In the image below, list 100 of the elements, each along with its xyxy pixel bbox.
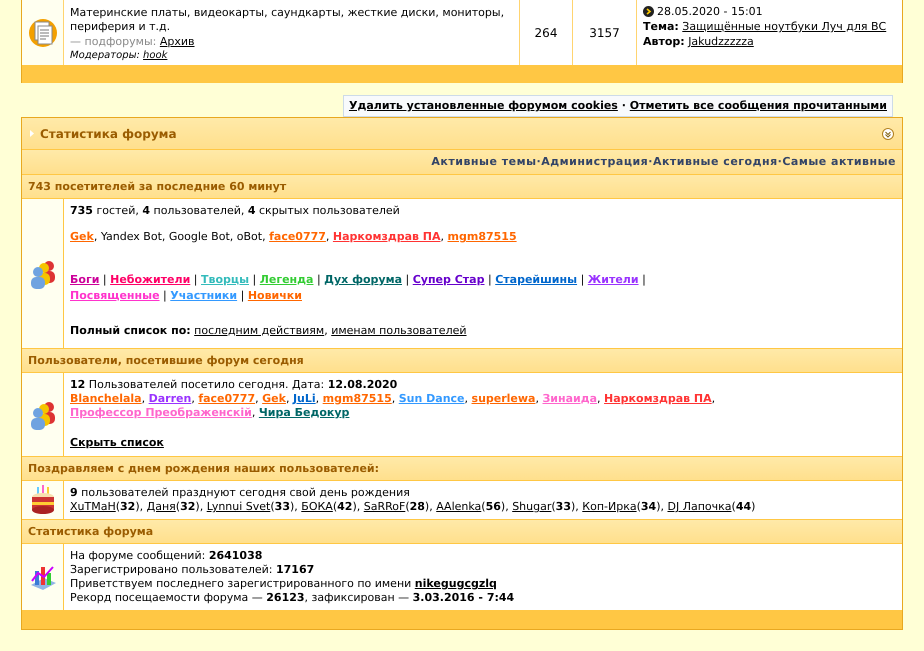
birthday-user-link[interactable]: AAlenka (436, 500, 482, 513)
separator: , (140, 500, 144, 513)
separator: , (255, 392, 260, 405)
separator: , (142, 392, 146, 405)
separator: , (230, 230, 234, 243)
separator: | (642, 273, 646, 286)
user-link[interactable]: JuLi (292, 392, 316, 405)
user-link[interactable]: Наркомздрав ПА (332, 230, 441, 243)
topic-link[interactable]: Защищённые ноутбуки Луч для ВС (682, 20, 886, 33)
separator: , (440, 230, 446, 243)
separator: , (575, 500, 580, 513)
cookie-link[interactable]: Удалить установленные форумом cookies (348, 99, 618, 112)
online-summary: 735 гостей, 4 пользователей, 4 скрытых пользователей (70, 204, 401, 218)
separator: , (316, 392, 320, 405)
separator: · (648, 155, 653, 169)
birthday-user-link[interactable]: XuTMaH (70, 500, 116, 513)
group-link[interactable]: Дух форума (324, 273, 402, 286)
birthday-user-link[interactable]: Коп-Ирка (582, 500, 637, 513)
birthday-user-link[interactable]: БОКА (301, 500, 333, 513)
birthday-user-link[interactable]: Lynnui Svet (206, 500, 270, 513)
group-link[interactable]: Старейшины (495, 273, 578, 286)
group-link[interactable]: Жители (588, 273, 639, 286)
stat-line: Приветствуем последнего зарегистрированного по имени (70, 577, 412, 590)
separator: , (252, 406, 256, 419)
separator: , (262, 230, 267, 243)
separator: , (597, 392, 602, 405)
birthday-user-link[interactable]: DJ Лапочка (667, 500, 732, 513)
topic-label: Тема: (643, 20, 679, 33)
separator: , (326, 230, 330, 243)
group-link[interactable]: Небожители (110, 273, 190, 286)
sort-link[interactable]: именам пользователей (331, 324, 467, 337)
separator: , (392, 392, 396, 405)
separator: , (505, 500, 510, 513)
separator: | (102, 273, 107, 286)
stats-nav-link[interactable]: Самые активные (782, 155, 896, 169)
hide-list-link[interactable]: Скрыть список (70, 436, 164, 450)
separator: | (163, 289, 167, 302)
stats-nav-link[interactable]: Администрация (541, 155, 648, 169)
birthday-user-link[interactable]: Shugar (512, 500, 552, 513)
stat-line: Зарегистрировано пользователей: 17167 (70, 563, 316, 577)
separator: , (324, 324, 329, 337)
last-post-date: 28.05.2020 - 15:01 (657, 4, 763, 19)
separator: | (316, 273, 321, 286)
section-header: Поздравляем с днем рождения наших пользователей: (22, 457, 902, 481)
subforum-link[interactable]: Архив (160, 35, 194, 48)
separator: , (429, 500, 434, 513)
moderator-link[interactable]: hook (143, 50, 168, 61)
separator: , (464, 392, 470, 405)
separator: , (94, 230, 98, 243)
separator: , (162, 230, 166, 243)
bot-name: oBot (236, 230, 262, 243)
separator: , (660, 500, 665, 513)
separator: · (778, 155, 782, 169)
document-icon (28, 18, 58, 48)
user-link[interactable]: Darren (148, 392, 192, 405)
separator: , (286, 392, 290, 405)
separator: · (536, 155, 542, 169)
separator: , (191, 392, 196, 405)
separator: | (194, 273, 198, 286)
group-link[interactable]: Супер Стар (412, 273, 484, 286)
user-link[interactable]: Наркомздрав ПА (604, 392, 712, 405)
bot-name: Yandex Bot (100, 230, 162, 243)
separator: , (535, 392, 540, 405)
triangle-icon (30, 130, 34, 137)
separator: · (622, 99, 626, 112)
cake-icon (30, 485, 56, 515)
collapse-icon[interactable] (882, 128, 894, 140)
stats-nav-link[interactable]: Активные темы (431, 155, 537, 169)
section-header: Статистика форума (22, 520, 902, 544)
age: (34) (636, 500, 660, 513)
newest-user-link[interactable]: nikegugcgzlq (414, 577, 497, 590)
age: (28) (405, 500, 430, 513)
birthday-user-link[interactable]: SaRRoF (364, 500, 406, 513)
group-link[interactable]: Боги (70, 273, 100, 286)
separator: | (406, 273, 410, 286)
section-header: Пользователи, посетившие форум сегодня (22, 349, 902, 373)
birthday-user-link[interactable]: Даня (146, 500, 176, 513)
separator: | (252, 273, 256, 286)
separator: , (712, 392, 716, 405)
user-link[interactable]: Чира Бедокур (258, 406, 350, 419)
section-header: 743 посетителей за последние 60 минут (22, 175, 902, 199)
today-summary: 12 Пользователей посетило сегодня. Дата: 12.08.2020 (70, 378, 398, 392)
age: (42) (332, 500, 357, 513)
arrow-icon (643, 6, 654, 17)
separator: | (580, 273, 584, 286)
separator: , (356, 500, 362, 513)
sort-link[interactable]: последним действиям (194, 324, 324, 337)
cookie-link[interactable]: Отметить все сообщения прочитанными (630, 99, 887, 112)
stat-line: Рекорд посещаемости форума — 26123, зафиксирован — 3.03.2016 - 7:44 (70, 591, 516, 605)
separator: | (488, 273, 492, 286)
author-label: Автор: (643, 35, 685, 48)
subforums-label: — подфорумы: (70, 35, 156, 48)
stat-line: На форуме сообщений: 2641038 (70, 549, 264, 563)
age: (32) (116, 500, 140, 513)
stats-nav-link[interactable]: Активные сегодня (652, 155, 778, 169)
separator: | (240, 289, 244, 302)
full-list-label: Полный список по: (70, 324, 191, 337)
stats-title: Статистика форума (40, 126, 177, 140)
age: (33) (270, 500, 294, 513)
author-link[interactable]: Jakudzzzzza (688, 35, 754, 48)
